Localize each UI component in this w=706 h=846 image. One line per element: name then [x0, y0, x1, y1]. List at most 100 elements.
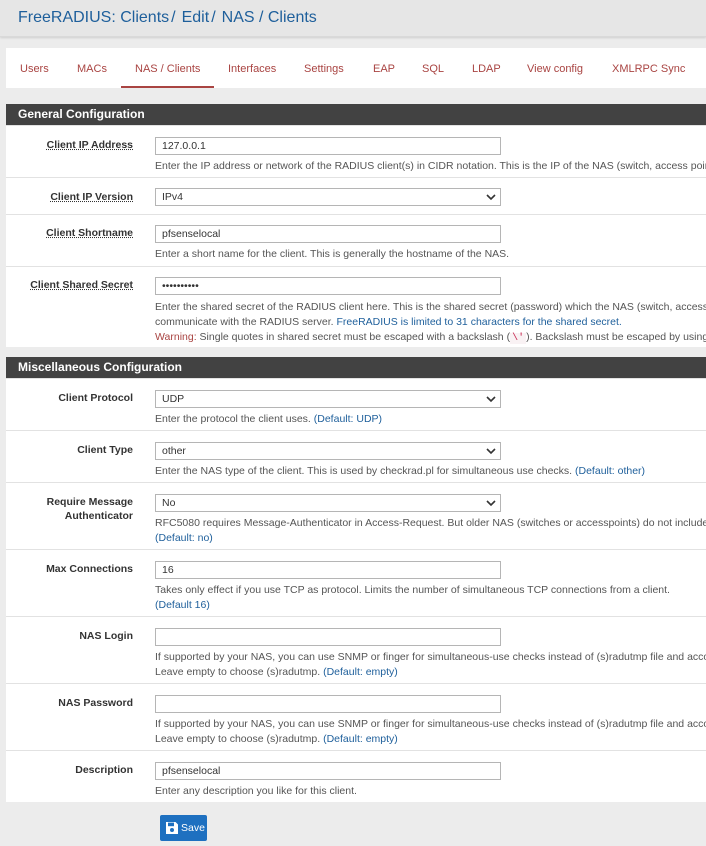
nas-login-default: (Default: empty) [323, 666, 398, 678]
tab-settings[interactable]: Settings [304, 48, 344, 86]
description-row: Description pfsenselocal Enter any descr… [6, 750, 706, 803]
client-ip-version-value: IPv4 [162, 191, 184, 203]
client-protocol-help-text: Enter the protocol the client uses. [155, 413, 314, 425]
nas-password-help: If supported by your NAS, you can use SN… [155, 717, 706, 747]
chevron-down-icon [486, 500, 496, 507]
require-message-authenticator-help: RFC5080 requires Message-Authenticator i… [155, 516, 706, 546]
client-type-default: (Default: other) [575, 465, 646, 477]
chevron-down-icon [486, 396, 496, 403]
breadcrumb-separator: / [171, 9, 176, 26]
shared-secret-help-text: communicate with the RADIUS server. [155, 316, 337, 328]
require-message-authenticator-select[interactable]: No [155, 494, 501, 512]
max-connections-help-text: Takes only effect if you use TCP as prot… [155, 584, 670, 596]
client-type-help: Enter the NAS type of the client. This i… [155, 464, 706, 479]
nas-password-help-text: If supported by your NAS, you can use SN… [155, 718, 706, 730]
nas-password-label: NAS Password [58, 697, 133, 709]
max-connections-row: Max Connections 16 Takes only effect if … [6, 549, 706, 617]
shared-secret-help-line2: communicate with the RADIUS server. Free… [155, 315, 706, 330]
description-help: Enter any description you like for this … [155, 785, 357, 797]
client-protocol-row: Client Protocol UDP Enter the protocol t… [6, 378, 706, 431]
chevron-down-icon [486, 448, 496, 455]
tab-sql[interactable]: SQL [422, 48, 444, 86]
general-configuration-panel: General Configuration Client IP Address … [6, 104, 706, 347]
nas-login-help-leave-empty: Leave empty to choose (s)radutmp. [155, 666, 324, 678]
client-protocol-default: (Default: UDP) [313, 413, 383, 425]
tab-xmlrpc-sync[interactable]: XMLRPC Sync [612, 48, 685, 86]
tab-bar: Users MACs NAS / Clients Interfaces Sett… [6, 48, 706, 88]
client-shortname-row: Client Shortname pfsenselocal Enter a sh… [6, 214, 706, 267]
tab-view-config[interactable]: View config [527, 48, 583, 86]
tab-eap[interactable]: EAP [373, 48, 395, 86]
require-message-authenticator-row: Require Message Authenticator No RFC5080… [6, 482, 706, 550]
client-protocol-label: Client Protocol [58, 392, 133, 404]
nas-login-help-line2: Leave empty to choose (s)radutmp. (Defau… [155, 665, 706, 680]
client-ip-version-label: Client IP Version [50, 191, 133, 203]
breadcrumb-separator: / [211, 9, 216, 26]
chevron-down-icon [486, 194, 496, 201]
client-shortname-help: Enter a short name for the client. This … [155, 248, 510, 260]
nas-login-help-text: If supported by your NAS, you can use SN… [155, 651, 706, 663]
client-shared-secret-input[interactable]: •••••••••• [155, 277, 501, 295]
breadcrumb-bar: FreeRADIUS: Clients / Edit / NAS / Clients [0, 0, 706, 37]
client-ip-version-row: Client IP Version IPv4 [6, 177, 706, 215]
client-protocol-help: Enter the protocol the client uses. (Def… [155, 412, 706, 427]
description-input[interactable]: pfsenselocal [155, 762, 501, 780]
client-shared-secret-row: Client Shared Secret •••••••••• Enter th… [6, 266, 706, 348]
shared-secret-warning: Warning: Single quotes in shared secret … [155, 330, 706, 346]
escape-code: \' [510, 333, 527, 344]
nas-login-help: If supported by your NAS, you can use SN… [155, 650, 706, 680]
require-message-authenticator-label-line2: Authenticator [64, 510, 133, 522]
require-message-authenticator-label-line1: Require Message [46, 496, 133, 508]
client-protocol-value: UDP [162, 393, 185, 405]
tab-interfaces[interactable]: Interfaces [228, 48, 276, 86]
shared-secret-limit-note: FreeRADIUS is limited to 31 characters f… [336, 316, 622, 328]
client-protocol-select[interactable]: UDP [155, 390, 501, 408]
client-ip-address-label: Client IP Address [46, 139, 133, 151]
max-connections-default: (Default 16) [155, 599, 210, 611]
client-ip-address-input[interactable]: 127.0.0.1 [155, 137, 501, 155]
breadcrumb: FreeRADIUS: Clients / Edit / NAS / Clients [18, 9, 317, 27]
tab-macs[interactable]: MACs [77, 48, 107, 86]
nas-password-default: (Default: empty) [323, 733, 398, 745]
max-connections-help: Takes only effect if you use TCP as prot… [155, 583, 706, 613]
nas-login-input[interactable] [155, 628, 501, 646]
client-type-value: other [162, 445, 186, 457]
description-label: Description [75, 764, 133, 776]
client-type-select[interactable]: other [155, 442, 501, 460]
max-connections-input[interactable]: 16 [155, 561, 501, 579]
require-message-authenticator-value: No [162, 497, 176, 509]
tab-users[interactable]: Users [20, 48, 49, 86]
tab-ldap[interactable]: LDAP [472, 48, 501, 86]
require-message-authenticator-label: Require Message Authenticator [47, 495, 133, 523]
client-ip-version-select[interactable]: IPv4 [155, 188, 501, 206]
client-shared-secret-label: Client Shared Secret [30, 279, 133, 291]
max-connections-label: Max Connections [46, 563, 133, 575]
client-ip-address-help: Enter the IP address or network of the R… [155, 160, 706, 172]
nas-login-label: NAS Login [79, 630, 133, 642]
client-shared-secret-help: Enter the shared secret of the RADIUS cl… [155, 300, 706, 346]
client-ip-address-row: Client IP Address 127.0.0.1 Enter the IP… [6, 125, 706, 178]
breadcrumb-edit[interactable]: Edit [182, 9, 210, 26]
nas-password-row: NAS Password If supported by your NAS, y… [6, 683, 706, 751]
tab-nas-clients[interactable]: NAS / Clients [121, 48, 215, 88]
shared-secret-help-line1: Enter the shared secret of the RADIUS cl… [155, 301, 706, 313]
client-shortname-input[interactable]: pfsenselocal [155, 225, 501, 243]
nas-password-help-line2: Leave empty to choose (s)radutmp. (Defau… [155, 732, 706, 747]
miscellaneous-configuration-heading: Miscellaneous Configuration [6, 357, 706, 378]
require-message-authenticator-default: (Default: no) [155, 532, 213, 544]
nas-login-row: NAS Login If supported by your NAS, you … [6, 616, 706, 684]
client-type-label: Client Type [77, 444, 133, 456]
nas-password-input[interactable] [155, 695, 501, 713]
nas-password-help-leave-empty: Leave empty to choose (s)radutmp. [155, 733, 324, 745]
breadcrumb-freeradius-clients[interactable]: FreeRADIUS: Clients [18, 9, 169, 26]
client-type-help-text: Enter the NAS type of the client. This i… [155, 465, 576, 477]
warning-label: Warning: [155, 331, 197, 343]
general-configuration-heading: General Configuration [6, 104, 706, 125]
breadcrumb-nas-clients[interactable]: NAS / Clients [222, 9, 317, 26]
save-icon [166, 822, 178, 834]
miscellaneous-configuration-panel: Miscellaneous Configuration Client Proto… [6, 357, 706, 802]
save-button-label: Save [181, 822, 205, 834]
client-type-row: Client Type other Enter the NAS type of … [6, 430, 706, 483]
save-button[interactable]: Save [160, 815, 207, 841]
warning-text: Single quotes in shared secret must be e… [196, 331, 511, 343]
